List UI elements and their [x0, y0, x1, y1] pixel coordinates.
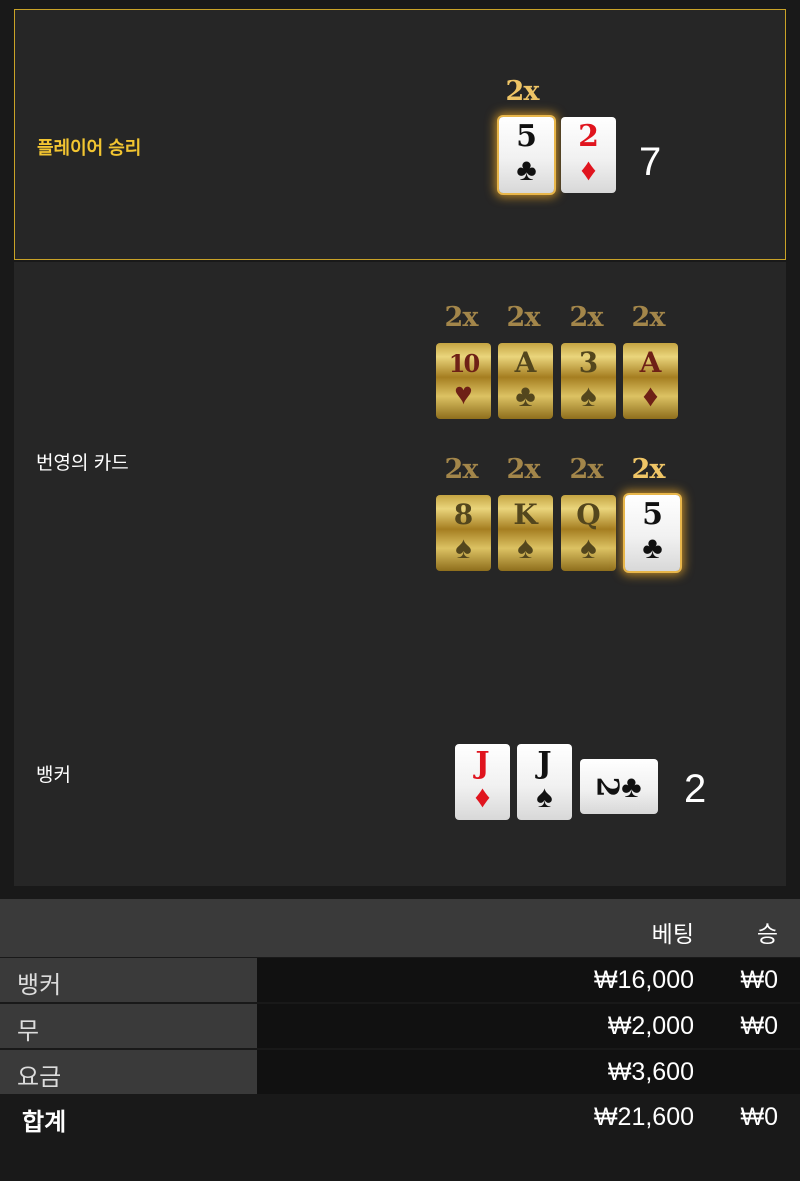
- lucky-multiplier: 2x: [506, 454, 541, 485]
- lucky-card: 3 ♠: [561, 343, 616, 419]
- table-row: 요금 ₩3,600: [0, 1050, 800, 1094]
- table-header: 베팅 승: [0, 899, 800, 957]
- banker-card-2: J ♠: [517, 744, 572, 820]
- card-rank: A: [639, 346, 662, 379]
- banker-card-3: 2 ♣: [580, 759, 658, 814]
- bet-column-header: 베팅: [651, 921, 694, 947]
- cards-panel: 번영의 카드 2x 2x 2x 2x 10 ♥ A ♣ 3 ♠ A ♦ 2x 2…: [14, 262, 786, 886]
- lucky-multiplier: 2x: [631, 454, 666, 485]
- card-rank: J: [475, 746, 490, 781]
- total-bet-amount: ₩21,600: [593, 1103, 694, 1131]
- lucky-card: K ♠: [498, 495, 553, 571]
- spade-suit-icon: ♠: [580, 378, 597, 413]
- banker-score: 2: [684, 767, 707, 811]
- win-column-header: 승: [756, 921, 778, 947]
- card-rank: 3: [578, 346, 599, 379]
- banker-card-1: J ♦: [455, 744, 510, 820]
- lucky-multiplier: 2x: [444, 302, 479, 333]
- player-result-panel: 플레이어 승리 2x 5 ♣ 2 ♦ 7: [14, 9, 786, 260]
- spade-suit-icon: ♠: [536, 779, 553, 814]
- row-label: 요금: [0, 1050, 257, 1094]
- player-card-1: 5 ♣: [499, 117, 554, 193]
- row-label: 무: [0, 1004, 257, 1048]
- lucky-multiplier: 2x: [506, 302, 541, 333]
- spade-suit-icon: ♠: [455, 530, 472, 565]
- card-rank: 5: [516, 119, 537, 154]
- player-card-2: 2 ♦: [561, 117, 616, 193]
- lucky-card: Q ♠: [561, 495, 616, 571]
- card-rank: A: [514, 346, 537, 379]
- heart-suit-icon: ♥: [454, 376, 473, 411]
- diamond-suit-icon: ♦: [474, 779, 491, 814]
- bet-amount: ₩2,000: [607, 1012, 694, 1040]
- card-rank: 2: [578, 119, 599, 154]
- diamond-suit-icon: ♦: [580, 152, 597, 187]
- lucky-card: A ♣: [498, 343, 553, 419]
- lucky-multiplier: 2x: [569, 454, 604, 485]
- club-suit-icon: ♣: [516, 152, 537, 187]
- total-row: 합계 ₩21,600 ₩0: [0, 1094, 800, 1142]
- lucky-multiplier: 2x: [631, 302, 666, 333]
- player-score: 7: [639, 140, 662, 184]
- diamond-suit-icon: ♦: [642, 378, 659, 413]
- lucky-card: A ♦: [623, 343, 678, 419]
- row-label: 뱅커: [0, 958, 257, 1002]
- win-amount: ₩0: [740, 1012, 779, 1040]
- card-rank: 10: [448, 349, 480, 378]
- lucky-card-matched: 5 ♣: [625, 495, 680, 571]
- club-suit-icon: ♣: [642, 530, 663, 565]
- total-win-amount: ₩0: [740, 1103, 779, 1131]
- total-label: 합계: [22, 1109, 67, 1136]
- lucky-multiplier: 2x: [569, 302, 604, 333]
- bet-summary-table: 베팅 승 뱅커 ₩16,000 ₩0 무 ₩2,000 ₩0 요금 ₩3,600…: [0, 899, 800, 1181]
- lucky-card: 10 ♥: [436, 343, 491, 419]
- card-rank: 5: [642, 497, 663, 532]
- banker-label: 뱅커: [36, 765, 71, 786]
- player-win-label: 플레이어 승리: [37, 138, 142, 158]
- club-suit-icon: ♣: [515, 378, 536, 413]
- card-rank: Q: [576, 498, 601, 531]
- spade-suit-icon: ♠: [517, 530, 534, 565]
- bet-amount: ₩16,000: [593, 966, 694, 994]
- card-rank: 2: [589, 776, 625, 797]
- table-row: 무 ₩2,000 ₩0: [0, 1004, 800, 1048]
- win-amount: ₩0: [740, 966, 779, 994]
- table-row: 뱅커 ₩16,000 ₩0: [0, 958, 800, 1002]
- lucky-cards-label: 번영의 카드: [36, 453, 129, 474]
- card-rank: K: [513, 498, 538, 531]
- spade-suit-icon: ♠: [580, 530, 597, 565]
- card-rank: 8: [453, 498, 474, 531]
- bet-amount: ₩3,600: [607, 1058, 694, 1086]
- lucky-multiplier: 2x: [444, 454, 479, 485]
- lucky-card: 8 ♠: [436, 495, 491, 571]
- player-multiplier: 2x: [505, 76, 540, 107]
- card-rank: J: [537, 746, 552, 781]
